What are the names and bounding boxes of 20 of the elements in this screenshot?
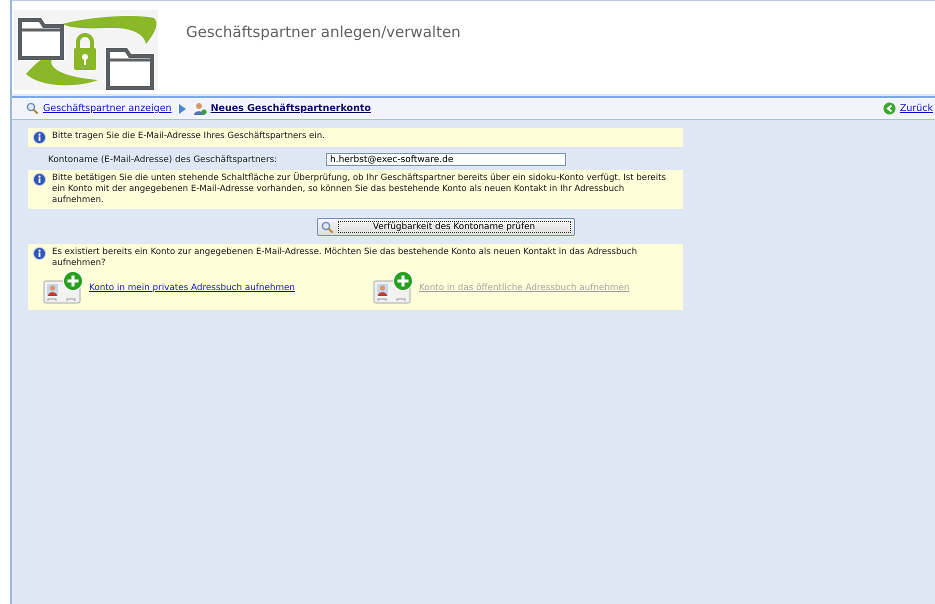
- result-text: Es existiert bereits ein Konto zur angegebenen E-Mail-Adresse. Möchten Sie das bestehende Konto als neuen Kontakt in das Adressbuch aufnehmen?: [52, 247, 638, 269]
- search-icon: [320, 220, 334, 234]
- check-availability-button[interactable]: Verfügbarkeit des Kontoname prüfen: [316, 218, 574, 236]
- info-icon: [33, 247, 46, 260]
- info-icon: [33, 173, 46, 186]
- page-title: Geschäftspartner anlegen/verwalten: [186, 23, 461, 42]
- field-label: Kontoname (E-Mail-Adresse) des Geschäftspartners:: [48, 154, 278, 164]
- arrow-icon: [178, 104, 186, 114]
- info-text: Bitte tragen Sie die E-Mail-Adresse Ihres Geschäftspartners ein.: [52, 131, 325, 142]
- info-text: Bitte betätigen Sie die unten stehende Schaltfläche zur Überprüfung, ob Ihr Geschäftspartner bereits über ein sidoku-Konto verfügt. Ist bereits ein Konto mit der angegebenen E-Mail-Adresse vorhanden, so können Sie das bestehende Konto als neuen Kontakt in Ihr Adressbuch aufnehmen.: [52, 173, 667, 206]
- search-icon: [26, 102, 39, 115]
- breadcrumb-link[interactable]: Geschäftspartner anzeigen: [43, 103, 172, 114]
- email-field[interactable]: h.herbst@exec-software.de: [326, 153, 566, 166]
- info-icon: [33, 131, 46, 144]
- person-icon: [192, 102, 207, 115]
- add-account-link[interactable]: Konto in mein privates Adressbuch aufnehmen: [89, 282, 296, 294]
- contact-card-add-icon: [373, 271, 415, 305]
- back-link[interactable]: Zurück: [900, 103, 933, 114]
- breadcrumb-link[interactable]: Neues Geschäftspartnerkonto: [210, 103, 371, 114]
- contact-card-add-icon: [43, 271, 85, 305]
